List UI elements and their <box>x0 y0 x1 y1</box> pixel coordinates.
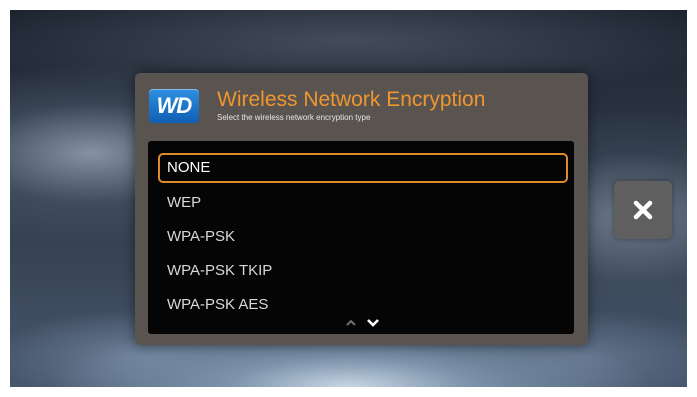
option-none[interactable]: NONE <box>158 153 568 183</box>
close-button[interactable] <box>614 181 672 239</box>
encryption-options-list: NONE WEP WPA-PSK WPA-PSK TKIP WPA-PSK AE… <box>148 141 574 334</box>
dialog-title: Wireless Network Encryption <box>217 88 486 111</box>
option-wpa-psk-aes[interactable]: WPA-PSK AES <box>158 290 568 320</box>
option-wpa-psk-tkip[interactable]: WPA-PSK TKIP <box>158 256 568 286</box>
option-wpa-psk[interactable]: WPA-PSK <box>158 222 568 252</box>
chevron-up-icon[interactable] <box>344 316 358 328</box>
wd-logo: WD <box>149 89 199 123</box>
close-icon <box>633 200 653 220</box>
encryption-dialog: WD Wireless Network Encryption Select th… <box>135 73 588 345</box>
tv-screen: WD Wireless Network Encryption Select th… <box>10 10 687 387</box>
chevron-down-icon[interactable] <box>366 316 380 328</box>
option-wep[interactable]: WEP <box>158 188 568 218</box>
dialog-subtitle: Select the wireless network encryption t… <box>217 113 371 122</box>
